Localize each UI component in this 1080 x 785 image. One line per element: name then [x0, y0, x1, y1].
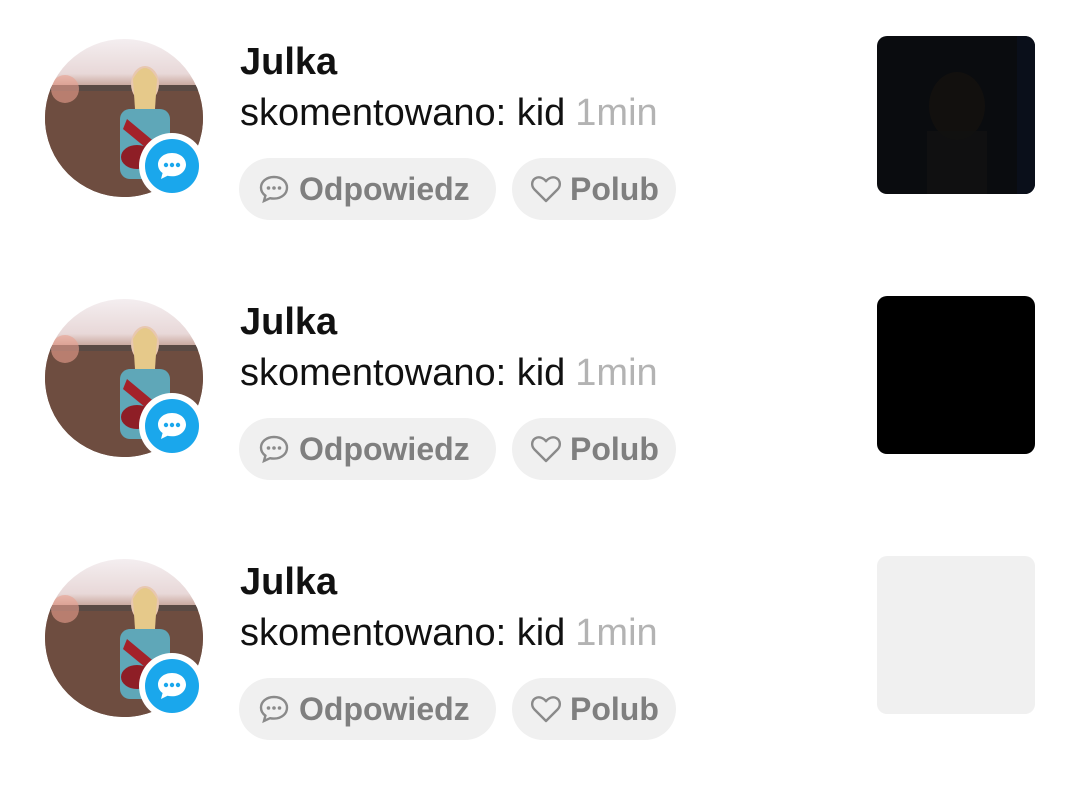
- heart-icon: [530, 172, 562, 206]
- like-label: Polub: [570, 690, 659, 727]
- timestamp: 1min: [575, 612, 658, 654]
- comment-outline-icon: [257, 692, 291, 726]
- comment-icon: [145, 139, 199, 193]
- notification-item[interactable]: Julka skomentowano: kid 1min Odpowiedz Po…: [0, 260, 1080, 480]
- comment-outline-icon: [257, 172, 291, 206]
- badge: [139, 393, 205, 459]
- like-button[interactable]: Polub: [512, 158, 676, 220]
- post-thumbnail[interactable]: [877, 36, 1035, 194]
- notification-text: skomentowano: kid 1min: [240, 609, 658, 657]
- heart-icon: [530, 692, 562, 726]
- notification-item[interactable]: Julka skomentowano: kid 1min Odpowiedz Po…: [0, 0, 1080, 220]
- badge: [139, 133, 205, 199]
- reply-button[interactable]: Odpowiedz: [239, 418, 496, 480]
- avatar[interactable]: [45, 39, 205, 199]
- comment-outline-icon: [257, 432, 291, 466]
- notification-text: skomentowano: kid 1min: [240, 349, 658, 397]
- timestamp: 1min: [575, 352, 658, 394]
- notification-item[interactable]: Julka skomentowano: kid 1min Odpowiedz Po…: [0, 520, 1080, 740]
- reply-label: Odpowiedz: [299, 690, 470, 727]
- reply-label: Odpowiedz: [299, 430, 470, 467]
- like-label: Polub: [570, 430, 659, 467]
- avatar[interactable]: [45, 299, 205, 459]
- like-label: Polub: [570, 170, 659, 207]
- post-thumbnail[interactable]: [877, 556, 1035, 714]
- heart-icon: [530, 432, 562, 466]
- timestamp: 1min: [575, 92, 658, 134]
- avatar[interactable]: [45, 559, 205, 719]
- like-button[interactable]: Polub: [512, 678, 676, 740]
- username[interactable]: Julka: [240, 39, 337, 85]
- reply-button[interactable]: Odpowiedz: [239, 678, 496, 740]
- action-text: skomentowano: kid: [240, 92, 566, 134]
- action-text: skomentowano: kid: [240, 612, 566, 654]
- comment-icon: [145, 659, 199, 713]
- badge: [139, 653, 205, 719]
- comment-icon: [145, 399, 199, 453]
- like-button[interactable]: Polub: [512, 418, 676, 480]
- notification-text: skomentowano: kid 1min: [240, 89, 658, 137]
- username[interactable]: Julka: [240, 559, 337, 605]
- post-thumbnail[interactable]: [877, 296, 1035, 454]
- action-text: skomentowano: kid: [240, 352, 566, 394]
- username[interactable]: Julka: [240, 299, 337, 345]
- reply-button[interactable]: Odpowiedz: [239, 158, 496, 220]
- reply-label: Odpowiedz: [299, 170, 470, 207]
